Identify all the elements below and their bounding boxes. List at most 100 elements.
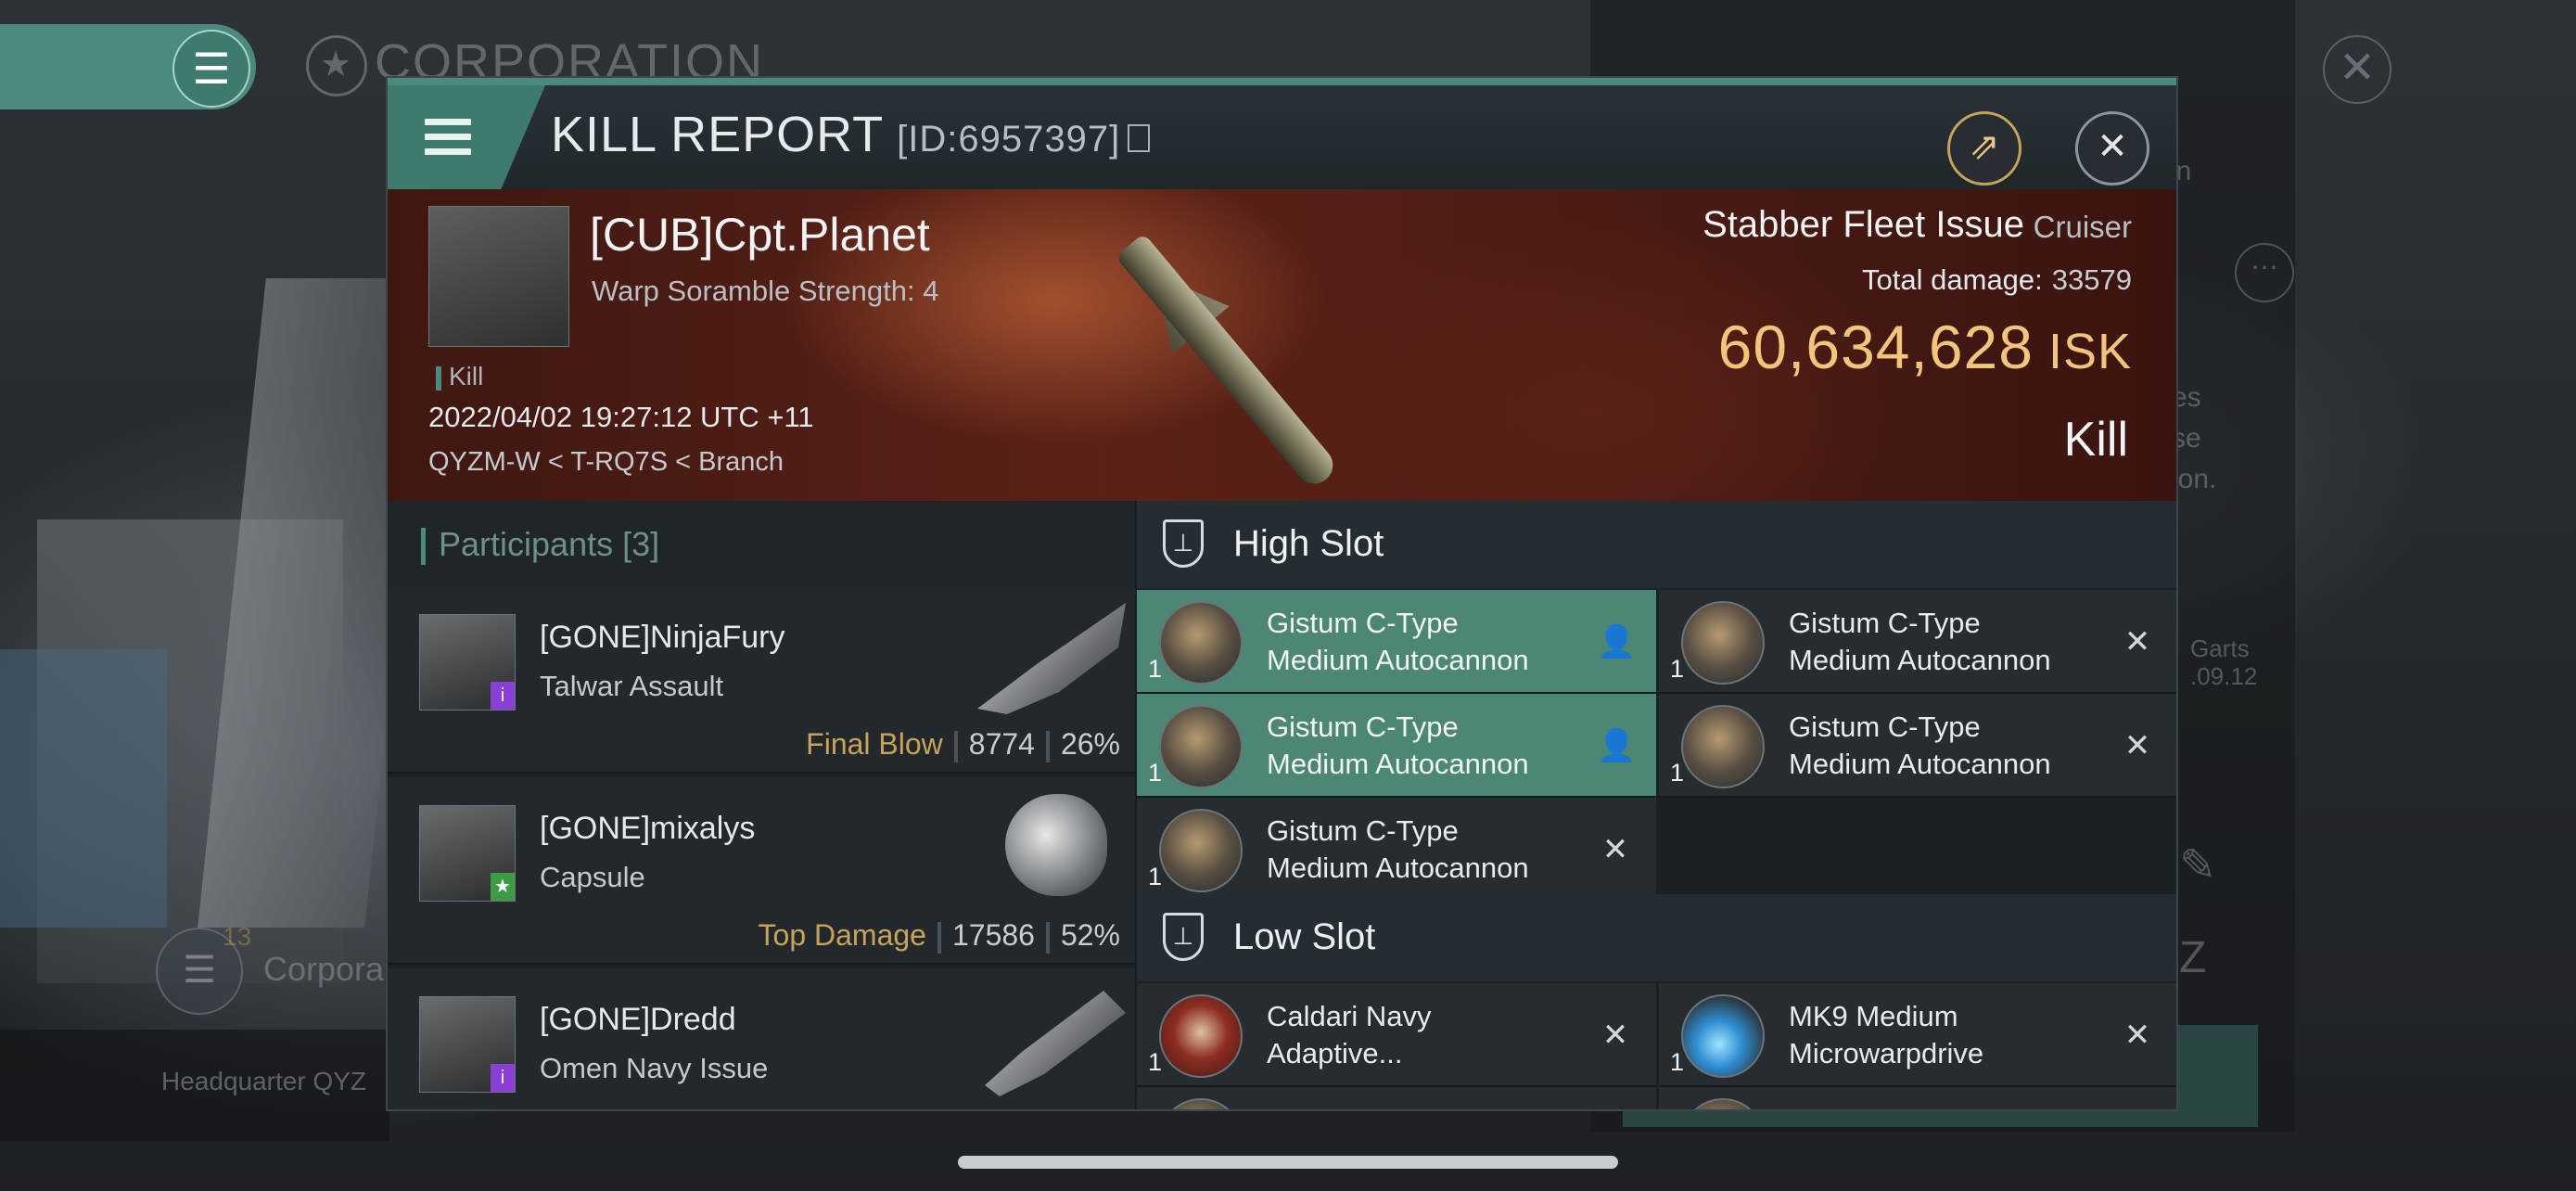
participant-ship-image	[985, 991, 1126, 1096]
station-panel	[0, 649, 167, 928]
participant-damage: 8774	[968, 727, 1035, 761]
total-damage-label: Total damage:	[1862, 263, 2043, 296]
low-slot-header: ⊥ Low Slot	[1137, 894, 2176, 981]
module-image	[1681, 994, 1765, 1078]
module-item-partial[interactable]	[1659, 1087, 2176, 1109]
module-name-line1: Caldari Navy	[1267, 1000, 1432, 1032]
edit-icon[interactable]: ✎	[2179, 839, 2216, 891]
module-qty: 1	[1148, 655, 1163, 683]
bg-text-fragment: .09.12	[2190, 662, 2258, 690]
module-qty: 1	[1148, 1048, 1163, 1076]
module-image	[1159, 994, 1243, 1078]
participant-ship: Talwar Assault	[540, 670, 724, 702]
module-name-line2: Medium Autocannon	[1789, 644, 2051, 676]
report-type: Kill	[2063, 413, 2128, 467]
module-image	[1681, 705, 1765, 788]
module-name: Gistum C-Type Medium Autocannon	[1267, 709, 1600, 783]
module-name: Gistum C-Type Medium Autocannon	[1789, 605, 2123, 679]
module-name-line1: Gistum C-Type	[1267, 711, 1459, 743]
kill-datetime: 2022/04/02 19:27:12 UTC +11	[428, 401, 814, 433]
module-item[interactable]: 1 Gistum C-Type Medium Autocannon ✕	[1659, 694, 2176, 798]
participant-card[interactable]: i [GONE]NinjaFury Talwar Assault Final B…	[388, 586, 1135, 774]
module-name-line2: Medium Autocannon	[1789, 748, 2051, 780]
isk-amount: 60,634,628	[1717, 313, 2034, 381]
module-name-line1: MK9 Medium	[1789, 1000, 1958, 1032]
module-image	[1159, 601, 1243, 685]
low-slot-label: Low Slot	[1233, 916, 1376, 957]
module-qty: 1	[1670, 655, 1685, 683]
participant-avatar[interactable]: i	[419, 614, 516, 711]
bg-text-fragment: Garts	[2190, 634, 2250, 662]
corporation-button-label: Corpora	[263, 950, 385, 988]
accent-line	[388, 78, 2176, 85]
close-icon: ✕	[2097, 126, 2128, 167]
external-link-icon: ⇗	[1969, 126, 2000, 167]
main-menu-button[interactable]: ☰	[0, 24, 256, 109]
victim-ship-image[interactable]	[1108, 227, 1341, 492]
participant-name: [GONE]Dredd	[540, 1002, 736, 1037]
module-image	[1681, 601, 1765, 685]
module-name: Gistum C-Type Medium Autocannon	[1267, 605, 1600, 679]
destroyed-x-icon: ✕	[2123, 728, 2151, 763]
background-close-icon[interactable]: ✕	[2323, 35, 2391, 104]
module-qty: 1	[1148, 863, 1163, 890]
participant-tag: Final Blow	[806, 727, 943, 761]
divider	[953, 730, 958, 762]
victim-ship-name[interactable]: Stabber Fleet Issue	[1702, 204, 2024, 246]
module-item[interactable]: 1 Gistum C-Type Medium Autocannon 👤	[1137, 694, 1656, 798]
module-item[interactable]: 1 Gistum C-Type Medium Autocannon ✕	[1659, 590, 2176, 694]
star-badge-icon: ★	[491, 873, 515, 901]
module-qty: 1	[1148, 759, 1163, 787]
close-button[interactable]: ✕	[2075, 111, 2149, 186]
participant-tag: Top Damage	[758, 918, 926, 952]
copy-icon[interactable]	[1128, 123, 1151, 152]
module-qty: 1	[1670, 759, 1685, 787]
fittings-panel: ⊥ High Slot 1 Gistum C-Type Medium Autoca…	[1137, 501, 2176, 1109]
victim-name[interactable]: [CUB]Cpt.Planet	[590, 208, 930, 262]
participant-avatar[interactable]: ★	[419, 805, 516, 902]
module-item[interactable]: 1 Caldari Navy Adaptive... ✕	[1137, 983, 1656, 1087]
divider	[1045, 921, 1050, 954]
participant-ship: Capsule	[540, 861, 645, 893]
module-name: MK9 Medium Microwarpdrive	[1789, 998, 2123, 1072]
info-badge-icon: i	[491, 1064, 515, 1092]
isk-value: 60,634,628 ISK	[1718, 312, 2132, 382]
victim-subtitle: Warp Soramble Strength: 4	[592, 275, 939, 307]
participants-count: [3]	[622, 525, 660, 563]
bg-text-fragment: ion.	[2172, 464, 2217, 494]
headquarter-label: Headquarter QYZ	[161, 1067, 366, 1095]
high-slot-header: ⊥ High Slot	[1137, 501, 2176, 588]
module-item[interactable]: 1 MK9 Medium Microwarpdrive ✕	[1659, 983, 2176, 1087]
home-indicator[interactable]	[958, 1156, 1618, 1169]
module-item[interactable]: 1 Gistum C-Type Medium Autocannon ✕	[1137, 798, 1656, 902]
corporation-badge: 13	[223, 922, 252, 951]
module-name-line1: Gistum C-Type	[1267, 814, 1459, 847]
victim-portrait[interactable]	[428, 206, 569, 347]
destroyed-x-icon: ✕	[1601, 1018, 1629, 1053]
divider	[937, 921, 941, 954]
participant-avatar[interactable]: i	[419, 996, 516, 1093]
modal-title: KILL REPORT [ID:6957397]	[551, 106, 1151, 163]
module-name: Caldari Navy Adaptive...	[1267, 998, 1600, 1072]
report-id: [ID:6957397]	[897, 119, 1121, 160]
module-name-line1: Gistum C-Type	[1789, 711, 1981, 743]
more-icon: ⋯	[2235, 243, 2294, 302]
kill-location[interactable]: QYZM-W < T-RQ7S < Branch	[428, 447, 784, 478]
share-button[interactable]: ⇗	[1947, 111, 2021, 186]
participant-card[interactable]: ★ [GONE]mixalys Capsule Top Damage 17586 5…	[388, 777, 1135, 965]
modal-menu-button[interactable]	[388, 85, 545, 189]
divider	[1045, 730, 1050, 762]
participants-title: Participants	[439, 525, 614, 563]
module-item-partial[interactable]	[1137, 1087, 1656, 1109]
hamburger-icon	[425, 119, 471, 163]
settings-icon[interactable]: Z	[2179, 932, 2206, 983]
module-name-line2: Microwarpdrive	[1789, 1037, 1984, 1069]
title-text: KILL REPORT	[551, 107, 885, 162]
participant-card[interactable]: i [GONE]Dredd Omen Navy Issue	[388, 968, 1135, 1109]
module-item[interactable]: 1 Gistum C-Type Medium Autocannon 👤	[1137, 590, 1656, 694]
module-name-line2: Medium Autocannon	[1267, 748, 1529, 780]
modal-header: KILL REPORT [ID:6957397] ⇗ ✕	[388, 85, 2176, 189]
participant-damage: 17586	[951, 918, 1035, 952]
participant-ship: Omen Navy Issue	[540, 1052, 769, 1084]
total-damage-value: 33579	[2051, 263, 2132, 296]
